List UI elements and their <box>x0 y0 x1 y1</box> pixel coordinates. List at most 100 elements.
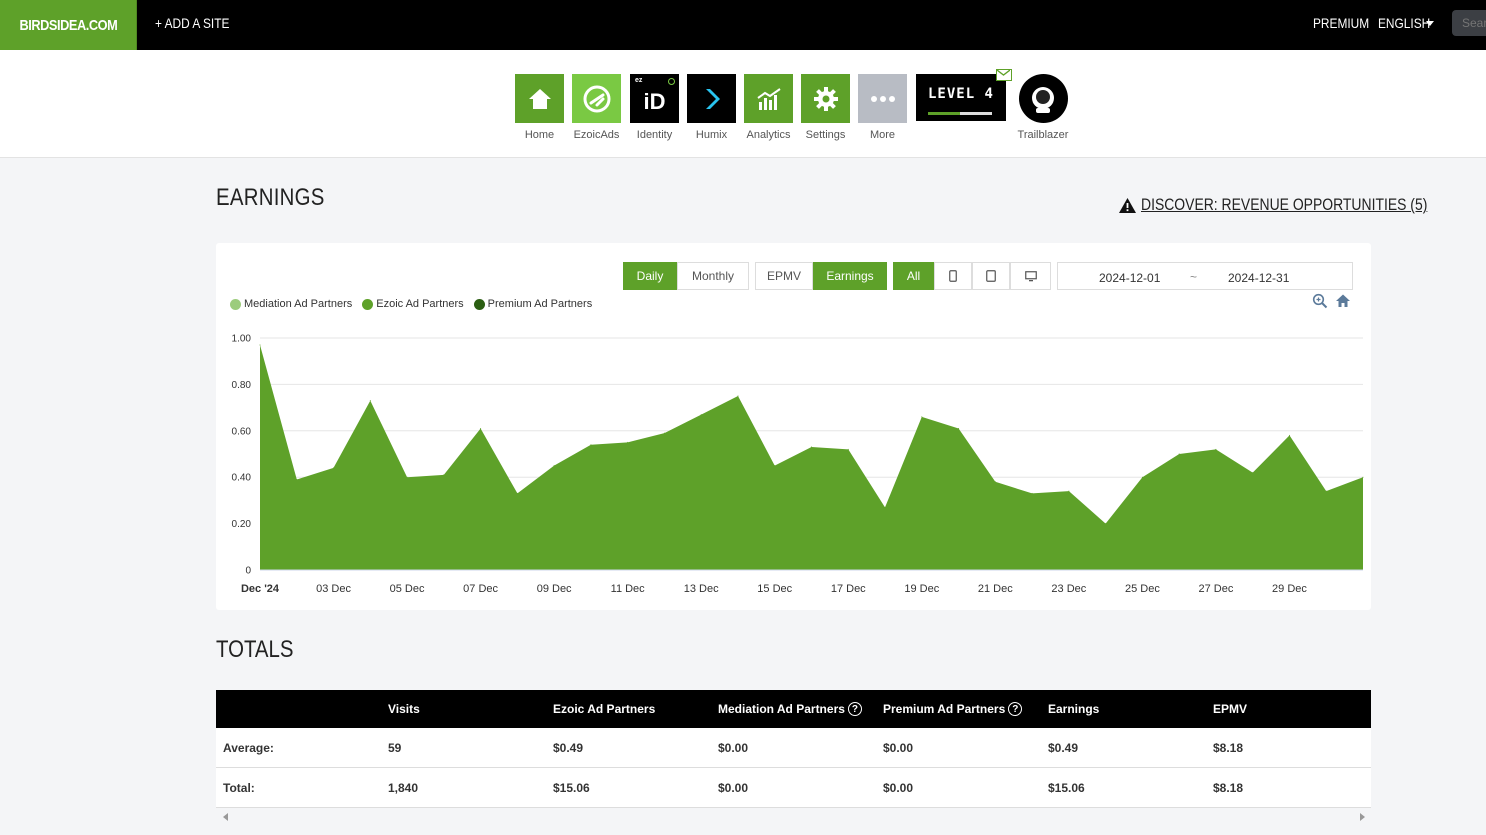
gear-icon <box>801 74 850 123</box>
y-tick-label: 0.60 <box>232 426 252 437</box>
x-tick-label: 27 Dec <box>1199 583 1234 595</box>
data-point <box>700 414 702 416</box>
data-point <box>737 395 739 397</box>
data-point <box>1362 476 1364 478</box>
y-tick-label: 1.00 <box>232 334 252 345</box>
x-tick-label: 09 Dec <box>537 583 572 595</box>
x-tick-label: 19 Dec <box>904 583 939 595</box>
y-tick-label: 0.80 <box>232 380 252 391</box>
data-point <box>994 481 996 483</box>
profile-label: Trailblazer <box>1017 129 1069 141</box>
identity-small-label: ez <box>635 77 643 84</box>
x-tick-label: 29 Dec <box>1272 583 1307 595</box>
analytics-icon <box>744 74 793 123</box>
data-point <box>1178 453 1180 455</box>
premium-link[interactable]: PREMIUM <box>1313 15 1369 31</box>
help-icon[interactable]: ? <box>1008 702 1023 716</box>
app-nav: Home EzoicAds ez iD Identity Humix Analy… <box>0 50 1486 158</box>
data-point <box>958 428 960 429</box>
level-badge[interactable]: LEVEL 4 <box>916 74 1006 121</box>
table-cell: $0.49 <box>1048 740 1079 755</box>
data-point <box>1105 523 1107 525</box>
data-point <box>369 400 371 402</box>
horizontal-scrollbar[interactable] <box>216 808 1371 826</box>
data-point <box>1031 492 1033 494</box>
app-ezoicads[interactable]: EzoicAds <box>572 74 621 141</box>
site-brand[interactable]: BIRDSIDEA.COM <box>0 0 137 50</box>
header-earnings: Earnings <box>1048 702 1100 716</box>
data-point <box>627 441 629 443</box>
x-tick-label: 13 Dec <box>684 583 719 595</box>
x-tick-label: 03 Dec <box>316 583 351 595</box>
data-point <box>1068 490 1070 492</box>
x-tick-label: Dec '24 <box>241 583 280 595</box>
app-label: More <box>869 129 896 141</box>
table-cell: $0.00 <box>883 780 914 795</box>
header-mediation: Mediation Ad Partners? <box>718 690 862 728</box>
header-visits: Visits <box>388 702 420 716</box>
x-tick-label: 05 Dec <box>390 583 425 595</box>
header-mediation-ad-partners: Mediation Ad Partners <box>718 702 845 716</box>
app-humix[interactable]: Humix <box>687 74 736 141</box>
x-tick-label: 25 Dec <box>1125 583 1160 595</box>
search-input[interactable] <box>1452 10 1486 36</box>
add-site-link[interactable]: + ADD A SITE <box>155 15 229 31</box>
table-cell: $8.18 <box>1213 780 1244 795</box>
top-bar: BIRDSIDEA.COM + ADD A SITE PREMIUM ENGLI… <box>0 0 1486 50</box>
table-cell: $0.00 <box>883 740 914 755</box>
data-point <box>1215 448 1217 450</box>
discover-link[interactable]: DISCOVER: REVENUE OPPORTUNITIES (5) <box>1118 195 1486 215</box>
data-point <box>663 432 665 434</box>
table-cell: $15.06 <box>1048 780 1085 795</box>
data-point <box>333 467 334 469</box>
table-row: Average: 59 $0.49 $0.00 $0.00 $0.49 $8.1… <box>216 728 1371 768</box>
level-progress-bar <box>928 112 960 115</box>
x-tick-label: 17 Dec <box>831 583 866 595</box>
table-header-row: Visits Ezoic Ad Partners Mediation Ad Pa… <box>216 690 1371 728</box>
language-selector[interactable]: ENGLISH <box>1378 15 1430 31</box>
mail-icon[interactable] <box>996 69 1012 81</box>
app-home[interactable]: Home <box>515 74 564 141</box>
table-row: Total: 1,840 $15.06 $0.00 $0.00 $15.06 $… <box>216 768 1371 808</box>
data-point <box>847 448 849 450</box>
y-tick-label: 0.20 <box>232 519 252 530</box>
data-point <box>1325 490 1327 492</box>
app-more[interactable]: More <box>858 74 907 141</box>
app-settings[interactable]: Settings <box>801 74 850 141</box>
x-tick-label: 11 Dec <box>611 583 646 595</box>
data-point <box>516 492 518 494</box>
row-label: Average: <box>223 740 274 755</box>
table-cell: 59 <box>388 740 402 755</box>
x-tick-label: 23 Dec <box>1051 583 1086 595</box>
x-tick-label: 21 Dec <box>978 583 1013 595</box>
y-tick-label: 0 <box>245 566 251 577</box>
header-ezoic-ad-partners: Ezoic Ad Partners <box>553 702 656 716</box>
header-epmv: EPMV <box>1213 702 1248 716</box>
totals-heading: TOTALS <box>216 636 294 663</box>
data-point <box>406 476 408 478</box>
data-point <box>774 465 776 467</box>
data-point <box>259 344 261 346</box>
scroll-right-icon[interactable] <box>1360 813 1365 821</box>
table-cell: $0.49 <box>553 740 584 755</box>
table-cell: $15.06 <box>553 780 590 795</box>
profile-trailblazer[interactable]: Trailblazer <box>1017 74 1069 141</box>
y-tick-label: 0.40 <box>232 473 252 484</box>
help-icon[interactable]: ? <box>847 702 862 716</box>
app-analytics[interactable]: Analytics <box>744 74 793 141</box>
data-point <box>921 416 923 418</box>
data-point <box>553 465 555 467</box>
level-label: LEVEL 4 <box>927 86 994 102</box>
data-point <box>296 479 298 480</box>
chevron-down-icon <box>1426 21 1434 26</box>
astronaut-avatar-icon <box>1018 74 1068 123</box>
header-premium-ad-partners: Premium Ad Partners <box>883 702 1006 716</box>
app-identity[interactable]: ez iD Identity <box>630 74 679 141</box>
row-label: Total: <box>223 780 255 795</box>
earnings-heading: EARNINGS <box>216 184 325 211</box>
series-area-ezoic <box>260 345 1363 570</box>
humix-icon <box>687 74 736 123</box>
data-point <box>1141 476 1143 478</box>
header-premium: Premium Ad Partners? <box>883 690 1023 728</box>
scroll-left-icon[interactable] <box>223 813 228 821</box>
